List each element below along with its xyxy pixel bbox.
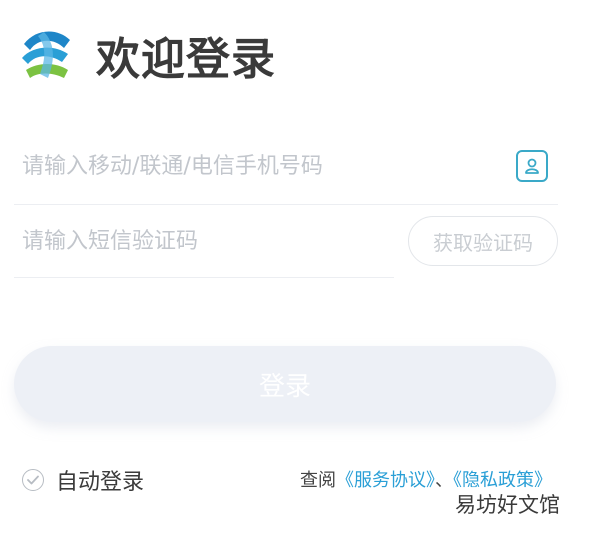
phone-row [14,128,558,205]
watermark: 易坊好文馆 [451,487,564,521]
code-input-divider [14,277,394,278]
sms-code-input[interactable] [22,205,382,278]
agreement-prefix: 查阅 [300,470,336,491]
checkmark-icon [27,475,39,485]
contact-picker-button[interactable] [516,150,548,182]
get-code-button[interactable]: 获取验证码 [408,216,558,266]
header: 欢迎登录 [14,18,276,92]
china-mobile-logo-icon [22,31,70,78]
code-row: 获取验证码 [14,205,558,278]
contact-person-icon [525,158,539,174]
phone-input[interactable] [22,128,492,204]
login-button[interactable]: 登录 [14,346,556,422]
page-title: 欢迎登录 [96,34,276,85]
auto-login-checkbox[interactable] [22,469,44,491]
auto-login-toggle[interactable]: 自动登录 [22,464,144,496]
auto-login-label: 自动登录 [56,470,145,495]
service-agreement-link[interactable]: 《服务协议》 [336,470,435,491]
